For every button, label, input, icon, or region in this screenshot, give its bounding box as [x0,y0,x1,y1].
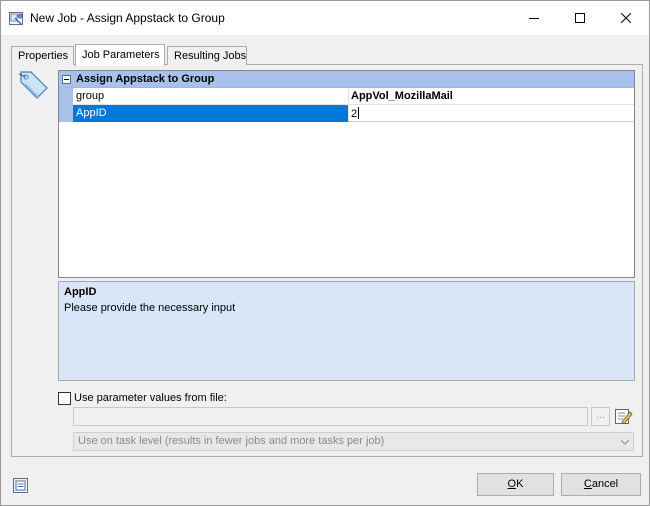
window-title: New Job - Assign Appstack to Group [30,11,225,25]
param-name-cell-selected[interactable]: AppID [73,105,349,122]
title-bar[interactable]: New Job - Assign Appstack to Group [1,1,649,35]
task-level-selected: Use on task level (results in fewer jobs… [78,435,385,447]
collapse-icon[interactable] [62,75,71,84]
ok-button[interactable]: OK [477,473,554,496]
grid-row-appid[interactable]: AppID 2 [59,105,634,122]
use-file-checkbox[interactable] [58,392,71,405]
description-title: AppID [64,286,97,298]
param-value-cell[interactable]: AppVol_MozillaMail [349,88,634,105]
use-file-label[interactable]: Use parameter values from file: [74,392,227,404]
tab-job-parameters[interactable]: Job Parameters [75,44,165,66]
row-gutter [59,105,73,122]
tab-resulting-jobs[interactable]: Resulting Jobs [167,46,247,65]
chevron-down-icon [621,439,629,445]
edit-file-icon[interactable] [613,407,633,426]
minimize-icon [529,18,539,19]
row-gutter [59,88,73,105]
parameter-grid: Assign Appstack to Group group AppVol_Mo… [58,70,635,278]
report-icon[interactable] [12,477,29,494]
grid-row-group[interactable]: group AppVol_MozillaMail [59,88,634,105]
grid-category-title: Assign Appstack to Group [76,73,215,85]
task-level-select[interactable]: Use on task level (results in fewer jobs… [73,432,634,451]
maximize-icon [575,13,585,23]
app-icon [9,12,23,25]
close-button[interactable] [603,1,649,35]
dialog-window: New Job - Assign Appstack to Group Prope… [0,0,650,506]
file-path-input[interactable] [73,407,588,426]
grid-category-header[interactable]: Assign Appstack to Group [59,71,634,88]
text-caret [358,107,360,119]
param-value-editor[interactable]: 2 [349,105,634,122]
description-panel: AppID Please provide the necessary input [58,281,635,381]
param-value-text: 2 [351,108,358,120]
description-text: Please provide the necessary input [64,302,236,314]
tab-properties[interactable]: Properties [11,46,74,65]
tag-icon [18,71,48,99]
param-name-cell[interactable]: group [73,88,349,105]
browse-button[interactable]: ... [591,407,610,426]
minimize-button[interactable] [511,1,557,35]
cancel-button[interactable]: Cancel [561,473,641,496]
maximize-button[interactable] [557,1,603,35]
close-icon [621,13,631,23]
